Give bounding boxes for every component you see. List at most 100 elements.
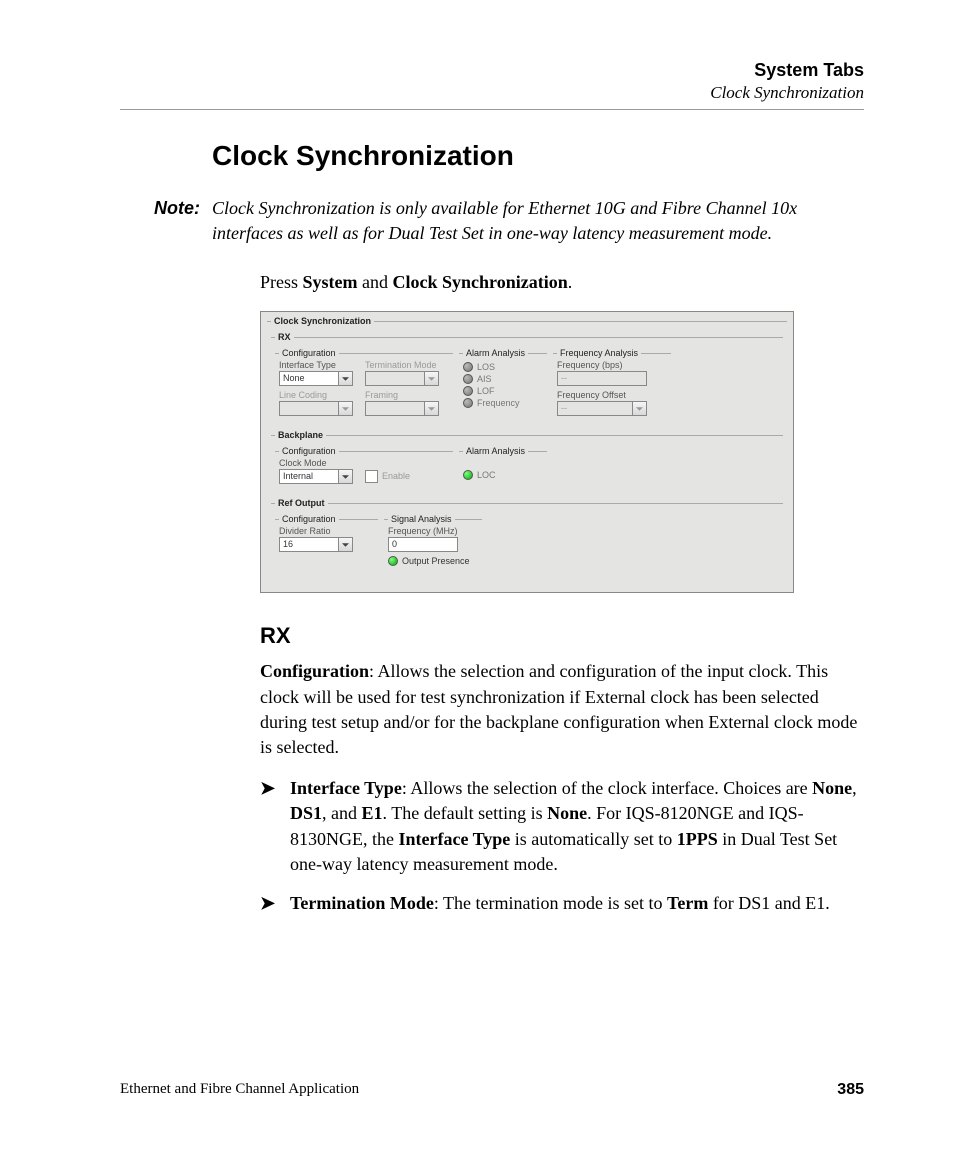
b-e1: E1 bbox=[362, 803, 383, 823]
note-text: Clock Synchronization is only available … bbox=[212, 196, 864, 246]
refout-legend: Ref Output bbox=[275, 498, 328, 508]
press-clocksync: Clock Synchronization bbox=[393, 272, 568, 292]
bp-alarm-legend: Alarm Analysis bbox=[463, 446, 528, 456]
freq-mhz-value: 0 bbox=[388, 537, 458, 552]
bp-config-fieldset: Configuration Clock Mode Internal bbox=[275, 446, 453, 488]
interface-type-dropdown[interactable]: None bbox=[279, 371, 359, 386]
chevron-down-icon[interactable] bbox=[339, 469, 353, 484]
alarm-ais-label: AIS bbox=[477, 374, 492, 384]
freq-offset-field[interactable]: -- bbox=[557, 401, 667, 416]
line-coding-value bbox=[279, 401, 339, 416]
output-presence: Output Presence bbox=[388, 556, 478, 566]
chevron-down-icon[interactable] bbox=[339, 401, 353, 416]
page-title: Clock Synchronization bbox=[212, 140, 864, 172]
config-para-label: Configuration bbox=[260, 661, 369, 681]
alarm-lof-label: LOF bbox=[477, 386, 495, 396]
led-icon bbox=[463, 386, 473, 396]
bullet-text: Termination Mode: The termination mode i… bbox=[290, 891, 830, 916]
chevron-down-icon[interactable] bbox=[425, 401, 439, 416]
alarm-loc-label: LOC bbox=[477, 470, 496, 480]
bullet-text: Interface Type: Allows the selection of … bbox=[290, 776, 864, 877]
panel-legend: Clock Synchronization bbox=[271, 316, 374, 326]
chevron-down-icon[interactable] bbox=[633, 401, 647, 416]
alarm-los-label: LOS bbox=[477, 362, 495, 372]
ro-signal-fieldset: Signal Analysis Frequency (MHz) 0 Output… bbox=[384, 514, 482, 572]
bullet-interface-type: ➤ Interface Type: Allows the selection o… bbox=[260, 776, 864, 877]
divider-ratio-label: Divider Ratio bbox=[279, 526, 359, 536]
freq-offset-label: Frequency Offset bbox=[557, 390, 667, 400]
t: . The default setting is bbox=[383, 803, 548, 823]
backplane-fieldset: Backplane Configuration Clock Mode Inter… bbox=[271, 430, 783, 494]
clock-sync-panel: Clock Synchronization RX Configuration I… bbox=[260, 311, 794, 593]
panel-fieldset: Clock Synchronization RX Configuration I… bbox=[267, 316, 787, 584]
b-term: Term bbox=[667, 893, 708, 913]
chevron-down-icon[interactable] bbox=[425, 371, 439, 386]
b-ds1: DS1 bbox=[290, 803, 322, 823]
freq-bps-label: Frequency (bps) bbox=[557, 360, 667, 370]
freq-mhz-label: Frequency (MHz) bbox=[388, 526, 478, 536]
freq-bps-value: -- bbox=[557, 371, 647, 386]
alarm-lof: LOF bbox=[463, 386, 543, 396]
alarm-loc: LOC bbox=[463, 470, 543, 480]
rx-alarm-fieldset: Alarm Analysis LOS AIS LOF Frequency bbox=[459, 348, 547, 420]
press-instruction: Press System and Clock Synchronization. bbox=[260, 272, 864, 293]
led-icon bbox=[463, 398, 473, 408]
t: is automatically set to bbox=[510, 829, 676, 849]
alarm-ais: AIS bbox=[463, 374, 543, 384]
alarm-frequency-label: Frequency bbox=[477, 398, 520, 408]
freq-offset-value: -- bbox=[557, 401, 633, 416]
bp-alarm-fieldset: Alarm Analysis LOC bbox=[459, 446, 547, 488]
note-block: Note: Clock Synchronization is only avai… bbox=[120, 196, 864, 246]
divider-ratio-dropdown[interactable]: 16 bbox=[279, 537, 359, 552]
alarm-los: LOS bbox=[463, 362, 543, 372]
chevron-down-icon[interactable] bbox=[339, 371, 353, 386]
led-icon bbox=[463, 374, 473, 384]
framing-label: Framing bbox=[365, 390, 445, 400]
rx-freq-fieldset: Frequency Analysis Frequency (bps) -- Fr… bbox=[553, 348, 671, 420]
rx-freq-legend: Frequency Analysis bbox=[557, 348, 641, 358]
ro-config-fieldset: Configuration Divider Ratio 16 bbox=[275, 514, 378, 572]
clock-mode-dropdown[interactable]: Internal bbox=[279, 469, 359, 484]
led-icon bbox=[388, 556, 398, 566]
clock-mode-label: Clock Mode bbox=[279, 458, 359, 468]
t: , bbox=[852, 778, 857, 798]
bp-config-legend: Configuration bbox=[279, 446, 339, 456]
clock-mode-value: Internal bbox=[279, 469, 339, 484]
press-system: System bbox=[303, 272, 358, 292]
bullet-termination-mode: ➤ Termination Mode: The termination mode… bbox=[260, 891, 864, 916]
bullet-marker-icon: ➤ bbox=[260, 891, 290, 916]
chevron-down-icon[interactable] bbox=[339, 537, 353, 552]
rx-section-title: RX bbox=[260, 623, 864, 649]
ro-config-legend: Configuration bbox=[279, 514, 339, 524]
enable-checkbox[interactable]: Enable bbox=[365, 470, 410, 483]
freq-bps-field[interactable]: -- bbox=[557, 371, 667, 386]
press-post: . bbox=[568, 272, 573, 292]
rx-fieldset: RX Configuration Interface Type None bbox=[271, 332, 783, 426]
refout-fieldset: Ref Output Configuration Divider Ratio 1… bbox=[271, 498, 783, 578]
interface-type-label: Interface Type bbox=[279, 360, 359, 370]
freq-mhz-field[interactable]: 0 bbox=[388, 537, 478, 552]
header-title: System Tabs bbox=[120, 60, 864, 81]
checkbox-icon bbox=[365, 470, 378, 483]
line-coding-dropdown[interactable] bbox=[279, 401, 359, 416]
termination-mode-dropdown[interactable] bbox=[365, 371, 445, 386]
rx-alarm-legend: Alarm Analysis bbox=[463, 348, 528, 358]
output-presence-label: Output Presence bbox=[402, 556, 470, 566]
termination-mode-value bbox=[365, 371, 425, 386]
framing-dropdown[interactable] bbox=[365, 401, 445, 416]
b-iftype2: Interface Type bbox=[398, 829, 510, 849]
line-coding-label: Line Coding bbox=[279, 390, 359, 400]
page-footer: Ethernet and Fibre Channel Application 3… bbox=[120, 1081, 864, 1099]
termination-mode-label: Termination Mode bbox=[365, 360, 445, 370]
t: for DS1 and E1. bbox=[708, 893, 829, 913]
alarm-frequency: Frequency bbox=[463, 398, 543, 408]
bullet-marker-icon: ➤ bbox=[260, 776, 290, 877]
framing-value bbox=[365, 401, 425, 416]
led-icon bbox=[463, 362, 473, 372]
b-none2: None bbox=[547, 803, 587, 823]
rx-legend: RX bbox=[275, 332, 294, 342]
header-subtitle: Clock Synchronization bbox=[120, 83, 864, 103]
rx-config-legend: Configuration bbox=[279, 348, 339, 358]
enable-label: Enable bbox=[382, 471, 410, 481]
divider-ratio-value: 16 bbox=[279, 537, 339, 552]
